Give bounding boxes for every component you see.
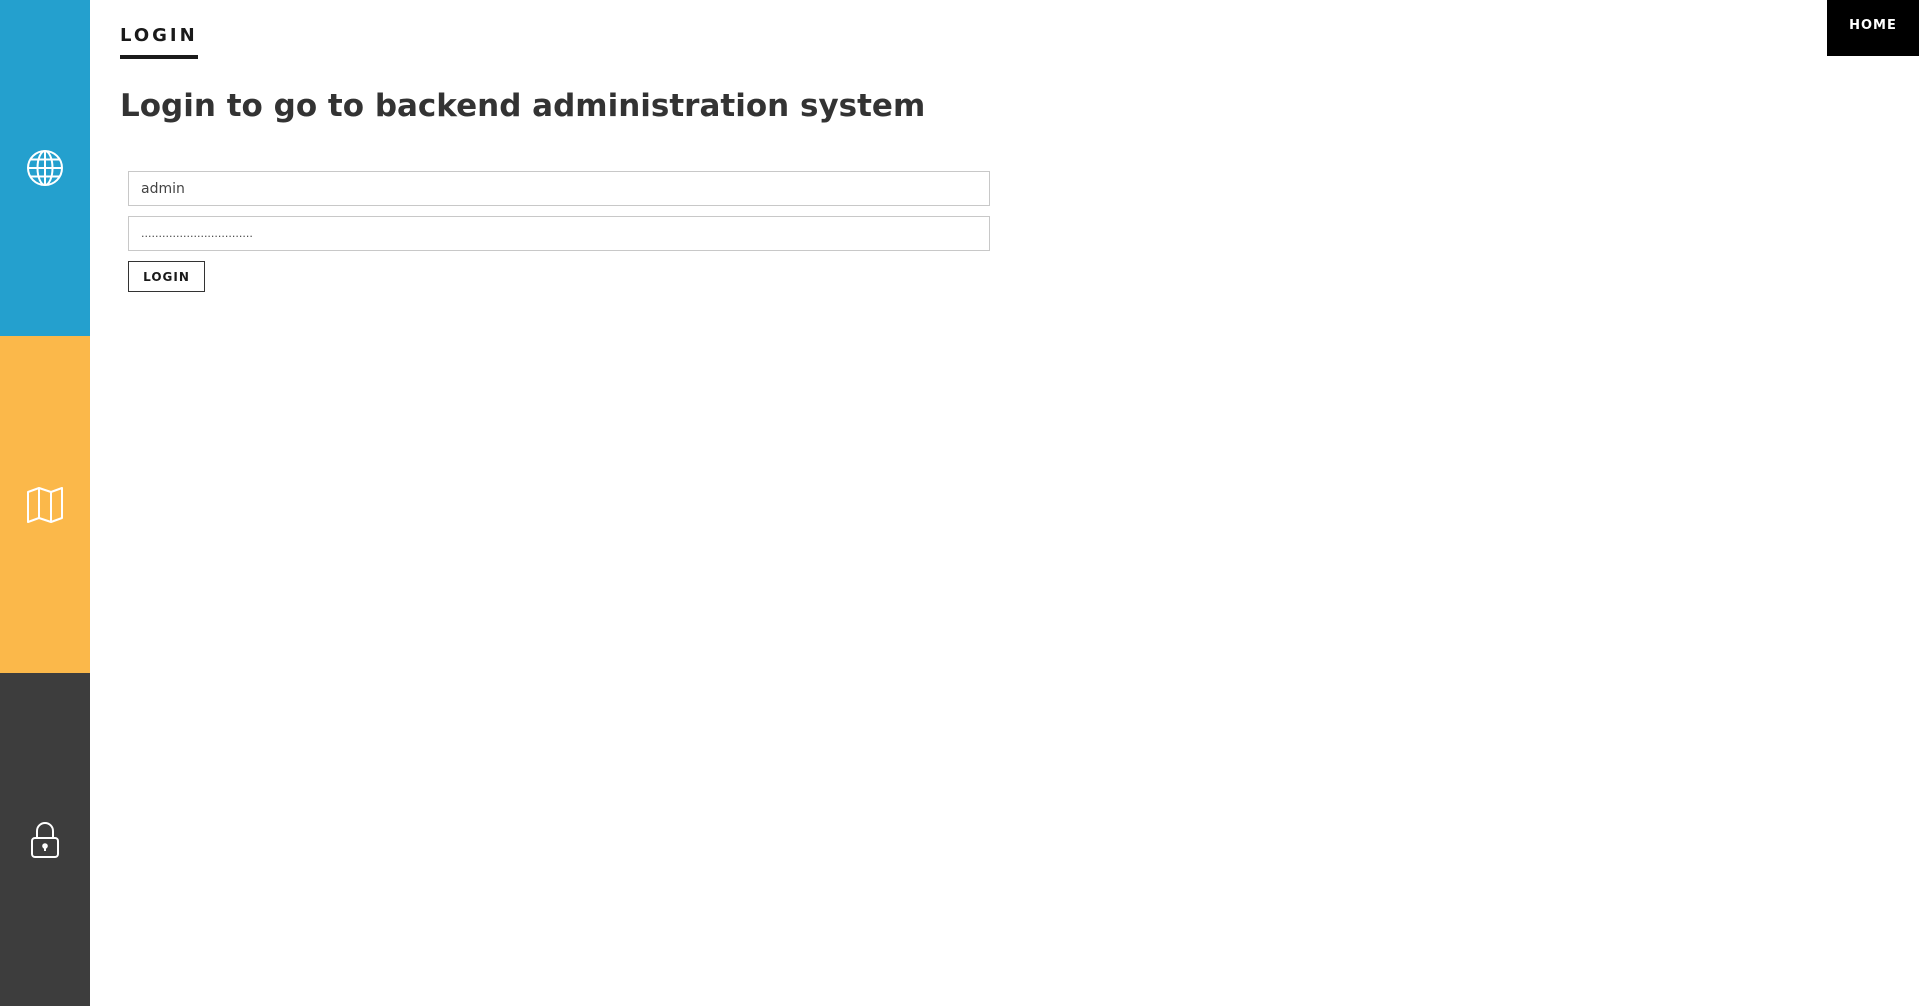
globe-icon (27, 150, 63, 186)
login-form: LOGIN (128, 171, 990, 292)
home-button[interactable]: HOME (1827, 0, 1919, 56)
map-icon (27, 486, 63, 523)
page-title: Login to go to backend administration sy… (120, 88, 926, 124)
sidebar-item-login[interactable] (0, 673, 90, 1006)
lock-icon (31, 821, 59, 858)
login-button[interactable]: LOGIN (128, 261, 205, 292)
username-field[interactable] (128, 171, 990, 206)
sidebar-item-map[interactable] (0, 336, 90, 673)
password-field[interactable] (128, 216, 990, 251)
sidebar (0, 0, 90, 1006)
main-content: LOGIN Login to go to backend administrat… (120, 0, 925, 124)
sidebar-item-language[interactable] (0, 0, 90, 336)
tab-login[interactable]: LOGIN (120, 25, 198, 59)
